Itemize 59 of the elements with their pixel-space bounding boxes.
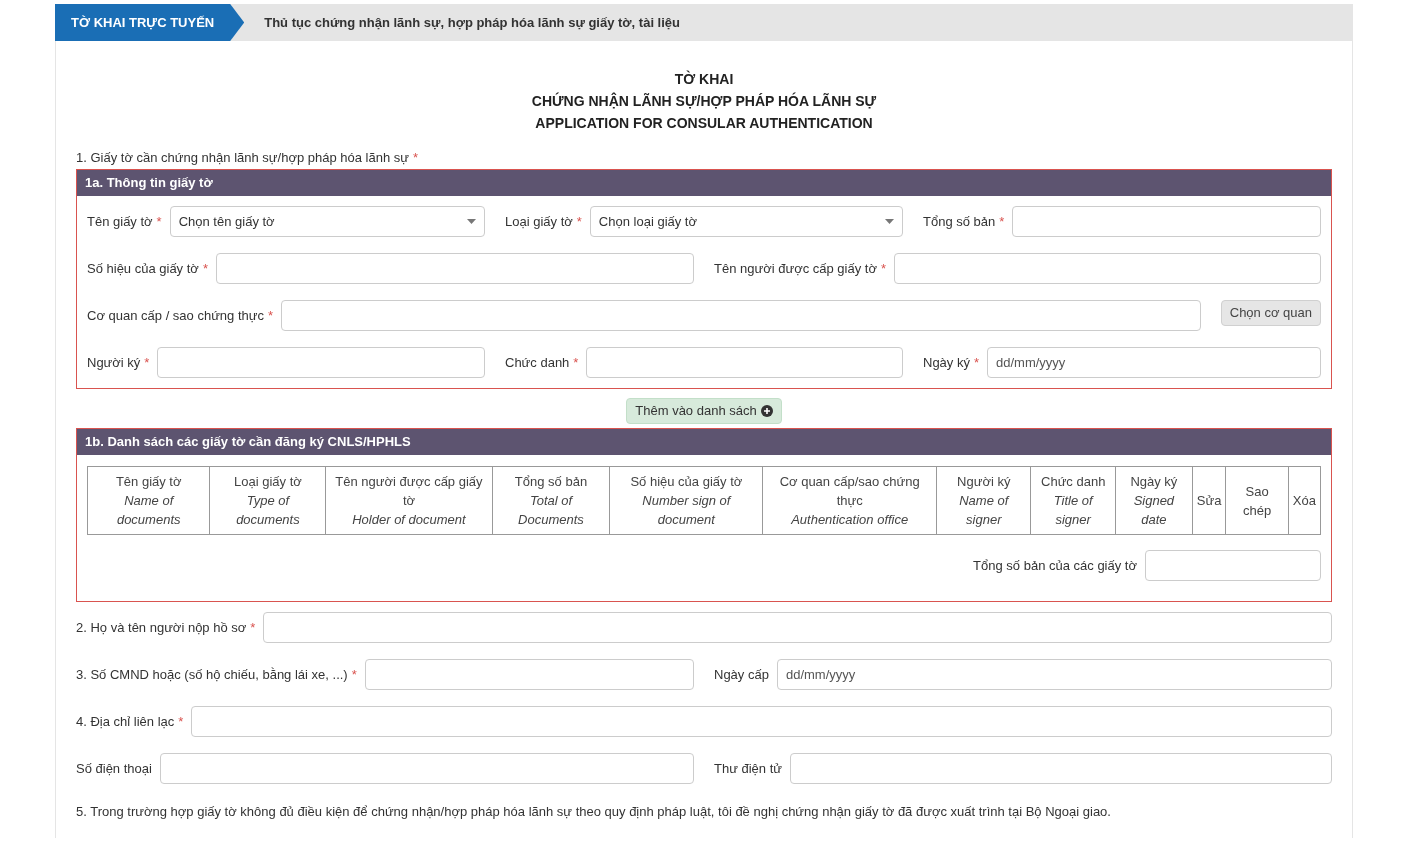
field-label: Chức danh * — [505, 353, 579, 372]
column-header: Tên người được cấp giấy tờ Holder of document — [325, 466, 492, 535]
field-label: Người ký * — [87, 353, 150, 372]
select-value: Chọn tên giấy tờ — [178, 212, 275, 231]
field-label: Ngày cấp — [714, 665, 769, 684]
column-header: Tổng số bản Total of Documents — [492, 466, 610, 535]
input-field[interactable] — [281, 300, 1201, 331]
input-field[interactable] — [191, 706, 1332, 737]
field-label: Loại giấy tờ * — [505, 212, 582, 231]
column-header: Xóa — [1288, 466, 1321, 535]
panel-header: 1b. Danh sách các giấy tờ cần đăng ký CNLS/HPHLS — [77, 429, 1331, 455]
input-field[interactable] — [894, 253, 1321, 284]
field-label: Tên giấy tờ * — [87, 212, 162, 231]
column-header: Số hiệu của giấy tờ Number sign of document — [610, 466, 763, 535]
column-header: Người ký Name of signer — [936, 466, 1031, 535]
select-value: Chọn loại giấy tờ — [598, 212, 697, 231]
column-header: Cơ quan cấp/sao chứng thực Authentication office — [762, 466, 937, 535]
form-title: TỜ KHAI — [674, 69, 734, 89]
select-field[interactable]: Chọn tên giấy tờ — [169, 206, 485, 237]
field-label: Số điện thoại — [76, 759, 152, 778]
input-field[interactable] — [790, 753, 1332, 784]
column-header: Sao chép — [1225, 466, 1289, 535]
panel-header: 1a. Thông tin giấy tờ — [77, 170, 1331, 196]
column-header: Tên giấy tờ Name of documents — [87, 466, 210, 535]
field-label: 3. Số CMND hoặc (số hộ chiếu, bằng lái xe, ...) * — [76, 665, 357, 684]
note-text: 5. Trong trường hợp giấy tờ không đủ điều kiện để chứng nhận/hợp pháp hóa lãnh sự theo quy định pháp luật, tôi đề nghị chứng nhận giấy tờ đã được xuất trình tại Bộ Ngoại giao. — [76, 803, 1112, 821]
input-field[interactable] — [586, 347, 903, 378]
input-field[interactable]: dd/mm/yyyy — [776, 659, 1332, 690]
field-label: 2. Họ và tên người nộp hồ sơ * — [76, 618, 256, 637]
input-field[interactable] — [1145, 550, 1321, 581]
add-to-list-button[interactable]: Thêm vào danh sách — [626, 398, 782, 424]
section-label: 1. Giấy tờ cần chứng nhận lãnh sự/hợp pháp hóa lãnh sự * — [76, 149, 419, 166]
caret-icon — [885, 219, 894, 224]
input-field[interactable] — [1012, 206, 1321, 237]
column-header: Loại giấy tờ Type of documents — [209, 466, 326, 535]
choose-agency-button[interactable]: Chọn cơ quan — [1220, 300, 1321, 326]
input-field[interactable] — [157, 347, 485, 378]
field-label: Cơ quan cấp / sao chứng thực * — [87, 306, 274, 325]
field-label: Thư điện tử — [714, 759, 782, 778]
field-label: Tên người được cấp giấy tờ * — [714, 259, 886, 278]
field-label: Tổng số bản của các giấy tờ — [973, 556, 1137, 575]
input-field[interactable]: dd/mm/yyyy — [987, 347, 1321, 378]
column-header: Sửa — [1192, 466, 1226, 535]
form-title: CHỨNG NHẬN LÃNH SỰ/HỢP PHÁP HÓA LÃNH SỰ — [531, 91, 877, 111]
header-title: Thủ tục chứng nhận lãnh sự, hợp pháp hóa lãnh sự giấy tờ, tài liệu — [264, 13, 680, 32]
column-header: Ngày ký Signed date — [1115, 466, 1193, 535]
input-field[interactable] — [159, 753, 694, 784]
field-label: 4. Địa chỉ liên lạc * — [76, 712, 184, 731]
form-title: APPLICATION FOR CONSULAR AUTHENTICATION — [535, 114, 873, 133]
plus-circle-icon — [760, 405, 773, 417]
field-label: Tổng số bản * — [923, 212, 1005, 231]
select-field[interactable]: Chọn loại giấy tờ — [589, 206, 903, 237]
input-field[interactable] — [263, 612, 1332, 643]
caret-icon — [467, 219, 476, 224]
column-header: Chức danh Title of signer — [1030, 466, 1116, 535]
input-field[interactable] — [364, 659, 694, 690]
input-field[interactable] — [215, 253, 694, 284]
field-label: Số hiệu của giấy tờ * — [87, 259, 208, 278]
field-label: Ngày ký * — [923, 353, 980, 372]
